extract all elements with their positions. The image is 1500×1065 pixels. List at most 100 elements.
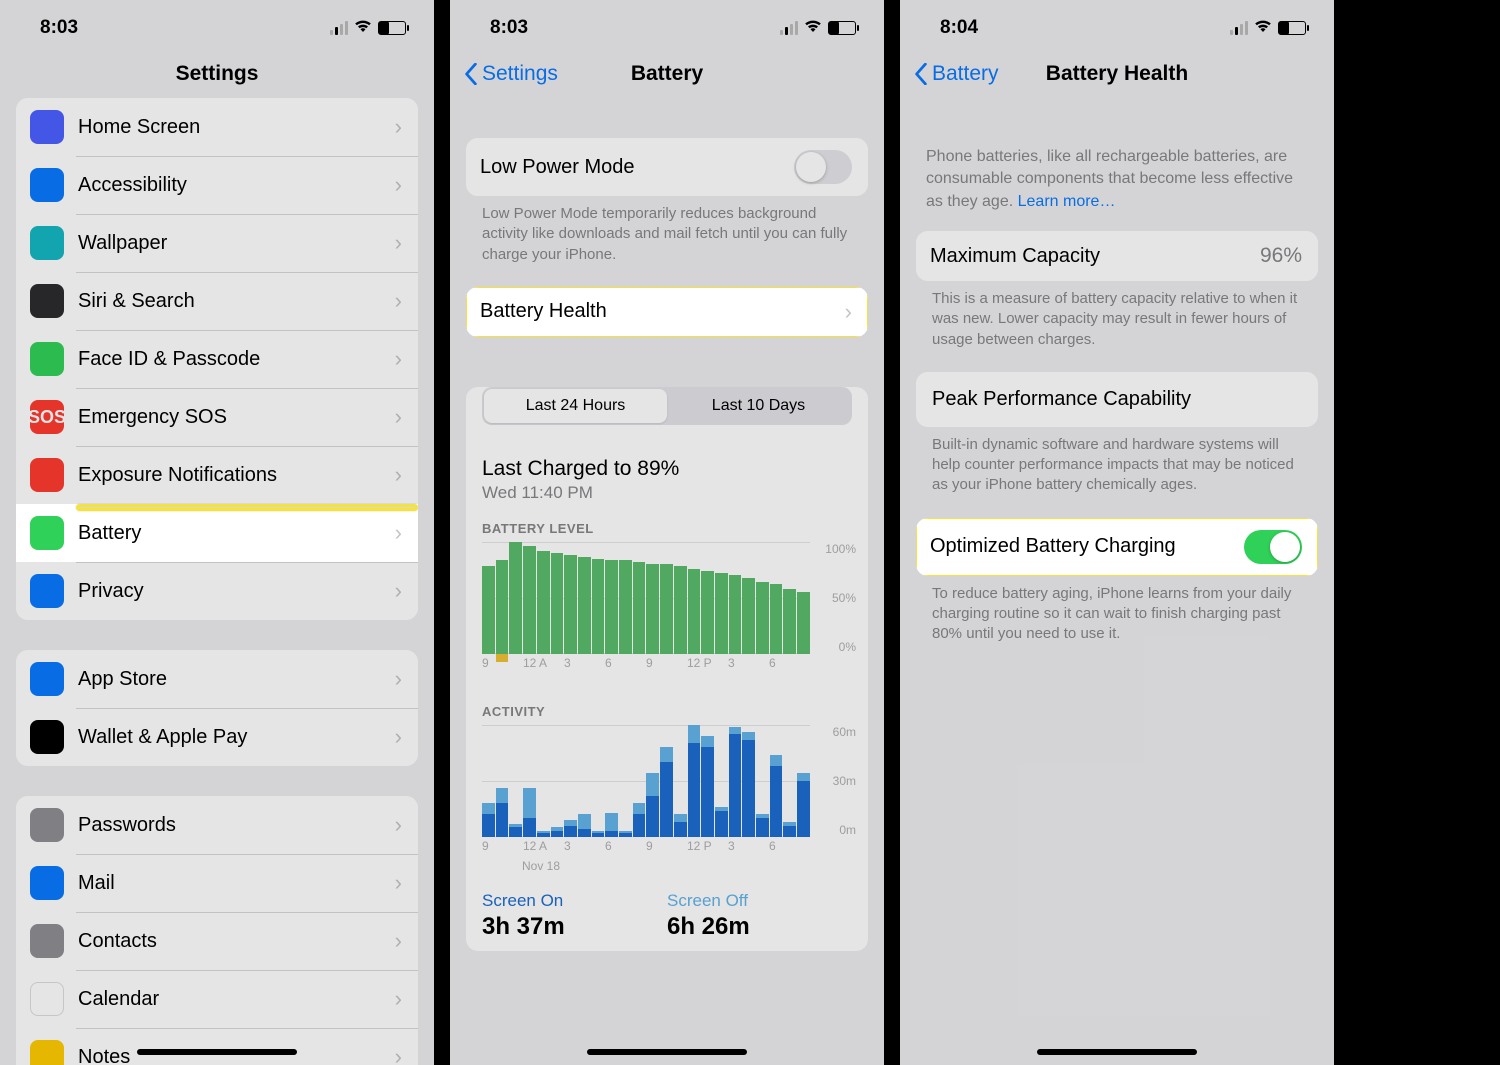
settings-row-notes[interactable]: Notes› (16, 1028, 418, 1065)
battery-bar (660, 564, 673, 654)
x-tick: 9 (646, 656, 687, 672)
learn-more-link[interactable]: Learn more… (1018, 193, 1116, 210)
back-label: Battery (932, 62, 999, 86)
settings-row-privacy[interactable]: Privacy› (16, 562, 418, 620)
settings-row-battery[interactable]: Battery› (16, 504, 418, 562)
screen-off-label: Screen Off (667, 891, 852, 911)
battery-bar (633, 562, 646, 654)
status-right (1230, 19, 1306, 38)
chevron-right-icon: › (395, 172, 402, 198)
settings-row-app-store[interactable]: App Store› (16, 650, 418, 708)
mail-icon (30, 866, 64, 900)
settings-row-calendar[interactable]: Calendar› (16, 970, 418, 1028)
chevron-right-icon: › (395, 986, 402, 1012)
x-tick: 6 (769, 839, 810, 855)
siri-icon (30, 284, 64, 318)
lpm-toggle[interactable] (794, 150, 852, 184)
back-label: Settings (482, 62, 558, 86)
back-button[interactable]: Settings (464, 62, 558, 86)
batt-icon (30, 516, 64, 550)
battery-bar (701, 571, 714, 654)
chevron-right-icon: › (395, 812, 402, 838)
settings-row-home-screen[interactable]: Home Screen› (16, 98, 418, 156)
lpm-label: Low Power Mode (480, 156, 794, 179)
activity-chart: 60m30m0m 912 A36912 P36 (482, 725, 852, 855)
wall-icon (30, 226, 64, 260)
max-cap-footnote: This is a measure of battery capacity re… (900, 281, 1334, 372)
intro-text: Phone batteries, like all rechargeable b… (900, 98, 1334, 231)
home-indicator[interactable] (587, 1049, 747, 1055)
settings-row-contacts[interactable]: Contacts› (16, 912, 418, 970)
settings-row-emergency-sos[interactable]: SOSEmergency SOS› (16, 388, 418, 446)
status-right (780, 19, 856, 38)
battery-usage-card: Last 24 Hours Last 10 Days Last Charged … (466, 387, 868, 951)
y-axis-labels: 60m30m0m (816, 725, 856, 837)
x-tick: 3 (564, 656, 605, 672)
settings-row-siri-search[interactable]: Siri & Search› (16, 272, 418, 330)
settings-row-accessibility[interactable]: Accessibility› (16, 156, 418, 214)
battery-health-group: Battery Health › (466, 287, 868, 337)
status-bar: 8:03 (0, 0, 434, 50)
y-axis-labels: 100%50%0% (816, 542, 856, 654)
activity-bar (660, 762, 673, 837)
battery-icon (828, 21, 856, 35)
max-capacity-row[interactable]: Maximum Capacity 96% (916, 231, 1318, 281)
settings-row-face-id-passcode[interactable]: Face ID & Passcode› (16, 330, 418, 388)
wifi-icon (804, 19, 822, 38)
settings-row-exposure-notifications[interactable]: Exposure Notifications› (16, 446, 418, 504)
peak-perf-row[interactable]: Peak Performance Capability (916, 372, 1318, 427)
activity-bar (482, 814, 495, 836)
max-cap-value: 96% (1260, 244, 1302, 268)
activity-bar (742, 740, 755, 837)
activity-bar (537, 833, 550, 837)
seg-10d[interactable]: Last 10 Days (667, 389, 850, 423)
back-button[interactable]: Battery (914, 62, 999, 86)
screen-on-value: 3h 37m (482, 913, 667, 941)
activity-bar (633, 814, 646, 836)
page-title: Battery Health (1046, 62, 1188, 86)
activity-label: ACTIVITY (466, 704, 868, 725)
battery-screen: 8:03 Settings Battery Low Power Mode Low… (450, 0, 884, 1065)
exp-icon (30, 458, 64, 492)
activity-bar (729, 734, 742, 837)
cal-icon (30, 982, 64, 1016)
seg-24h[interactable]: Last 24 Hours (484, 389, 667, 423)
cellular-icon (780, 21, 798, 35)
battery-bar (797, 592, 810, 654)
activity-bar (592, 833, 605, 837)
settings-row-wallet-apple-pay[interactable]: Wallet & Apple Pay› (16, 708, 418, 766)
chevron-right-icon: › (395, 1044, 402, 1065)
settings-row-mail[interactable]: Mail› (16, 854, 418, 912)
battery-bar (509, 542, 522, 654)
chevron-right-icon: › (395, 666, 402, 692)
x-tick: 6 (605, 839, 646, 855)
row-label: Home Screen (78, 116, 395, 139)
activity-bar (578, 829, 591, 836)
low-power-mode-row[interactable]: Low Power Mode (466, 138, 868, 196)
obc-row[interactable]: Optimized Battery Charging (916, 518, 1318, 576)
home-indicator[interactable] (1037, 1049, 1197, 1055)
battery-bar (564, 555, 577, 654)
battery-bar (770, 584, 783, 653)
home-indicator[interactable] (137, 1049, 297, 1055)
nav-bar: Battery Battery Health (900, 50, 1334, 98)
obc-toggle[interactable] (1244, 530, 1302, 564)
settings-row-passwords[interactable]: Passwords› (16, 796, 418, 854)
battery-bar (715, 573, 728, 654)
time-range-segment[interactable]: Last 24 Hours Last 10 Days (482, 387, 852, 425)
chevron-right-icon: › (395, 870, 402, 896)
priv-icon (30, 574, 64, 608)
max-capacity-group: Maximum Capacity 96% (916, 231, 1318, 281)
settings-row-wallpaper[interactable]: Wallpaper› (16, 214, 418, 272)
battery-health-row[interactable]: Battery Health › (466, 287, 868, 337)
wal-icon (30, 720, 64, 754)
activity-bar (564, 826, 577, 837)
battery-bar (646, 564, 659, 654)
cellular-icon (1230, 21, 1248, 35)
battery-bar (482, 566, 495, 653)
page-title: Battery (631, 62, 703, 86)
activity-bar (496, 803, 509, 837)
row-label: Siri & Search (78, 290, 395, 313)
x-tick: 12 P (687, 839, 728, 855)
usage-summary: Screen On 3h 37m Screen Off 6h 26m (466, 887, 868, 941)
